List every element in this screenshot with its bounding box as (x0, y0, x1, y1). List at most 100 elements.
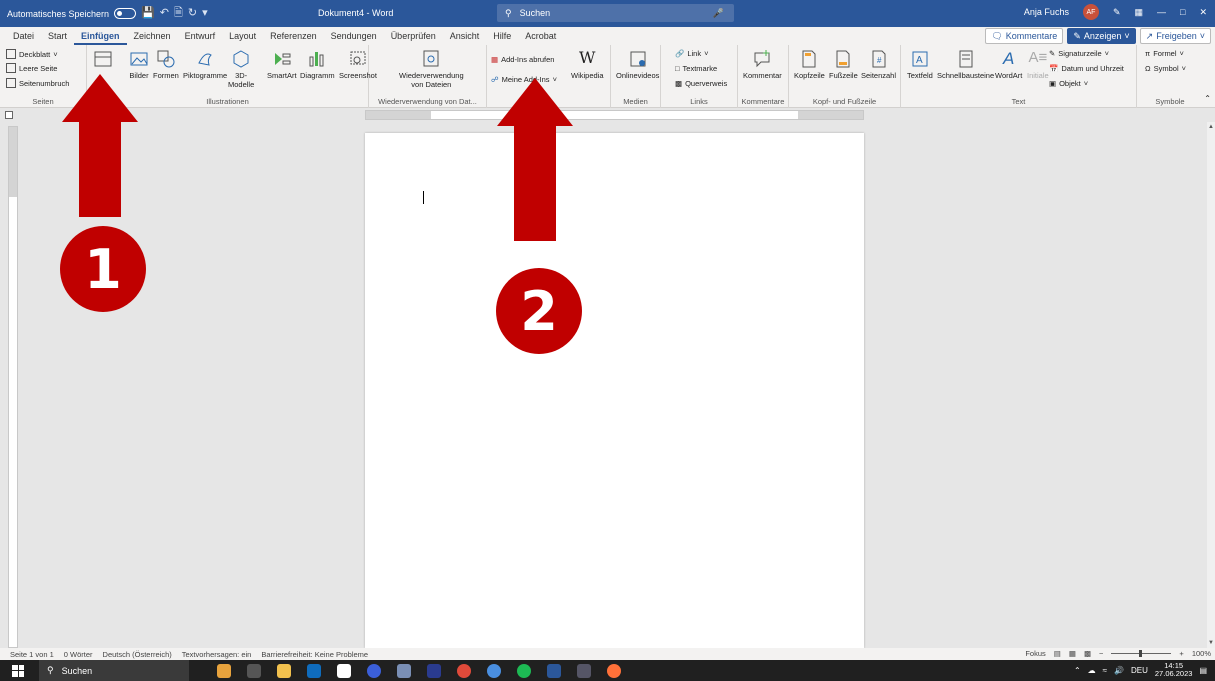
minimize-icon[interactable]: — (1157, 7, 1166, 17)
save-icon[interactable]: 💾 (141, 8, 155, 19)
tab-einfuegen[interactable]: Einfügen (74, 27, 127, 45)
search-box[interactable]: ⚲ Suchen 🎤 (497, 4, 734, 22)
wiederverwendung-button[interactable]: Wiederverwendung von Dateien (399, 49, 464, 89)
focus-button[interactable]: Fokus (1025, 649, 1045, 658)
word-icon[interactable] (547, 663, 561, 678)
tab-datei[interactable]: Datei (6, 27, 41, 45)
new-document-icon[interactable]: 🗎 (174, 8, 183, 19)
taskbar-search[interactable]: ⚲ Suchen (39, 660, 189, 681)
avatar[interactable]: AF (1082, 4, 1099, 20)
security-app-icon[interactable] (367, 663, 381, 678)
print-layout-icon[interactable]: ▦ (1069, 649, 1076, 658)
word-count[interactable]: 0 Wörter (64, 650, 93, 659)
scroll-up-icon[interactable]: ▲ (1208, 124, 1214, 130)
file-explorer-icon[interactable] (277, 663, 291, 678)
pen-icon[interactable]: ✎ (1113, 7, 1121, 18)
close-icon[interactable]: ✕ (1199, 7, 1207, 18)
scroll-down-icon[interactable]: ▼ (1208, 640, 1214, 646)
page-count[interactable]: Seite 1 von 1 (10, 650, 54, 659)
windows-start-icon[interactable] (12, 664, 24, 677)
predictions-status[interactable]: Textvorhersagen: ein (182, 650, 252, 659)
objekt-button[interactable]: ▣ Objekt ˅ (1049, 79, 1088, 88)
seitenzahl-button[interactable]: # Seitenzahl (861, 49, 896, 81)
clock[interactable]: 14:15 27.06.2023 (1155, 661, 1193, 679)
vpn-icon[interactable] (577, 663, 591, 678)
formen-button[interactable]: Formen (153, 49, 179, 81)
outlook-icon[interactable] (307, 663, 321, 678)
kopfzeile-button[interactable]: Kopfzeile (794, 49, 825, 81)
formel-button[interactable]: π Formel ˅ (1145, 49, 1184, 58)
zoom-out-icon[interactable]: − (1099, 649, 1103, 658)
zoom-level[interactable]: 100% (1192, 649, 1211, 658)
user-name[interactable]: Anja Fuchs (1024, 7, 1069, 17)
tab-layout[interactable]: Layout (222, 27, 263, 45)
initiale-button[interactable]: A≡ Initiale (1027, 49, 1049, 81)
web-layout-icon[interactable]: ▩ (1084, 649, 1091, 658)
kommentar-button[interactable]: Kommentar (743, 49, 782, 81)
tab-entwurf[interactable]: Entwurf (178, 27, 223, 45)
document-page[interactable] (365, 133, 864, 648)
signaturzeile-button[interactable]: ✎ Signaturzeile ˅ (1049, 49, 1109, 58)
tab-ansicht[interactable]: Ansicht (443, 27, 487, 45)
zoom-slider[interactable] (1111, 650, 1172, 657)
datum-button[interactable]: 📅 Datum und Uhrzeit (1049, 64, 1124, 73)
smartart-button[interactable]: SmartArt (267, 49, 297, 81)
tab-acrobat[interactable]: Acrobat (518, 27, 563, 45)
autosave-toggle[interactable] (114, 8, 137, 19)
notification-icon[interactable]: ▤ (1199, 666, 1207, 675)
addins-abrufen-button[interactable]: ▦ Add-Ins abrufen (491, 55, 554, 64)
briefcase-app-icon[interactable] (217, 663, 231, 678)
wikipedia-button[interactable]: W Wikipedia (571, 48, 604, 81)
tab-hilfe[interactable]: Hilfe (486, 27, 518, 45)
tab-referenzen[interactable]: Referenzen (263, 27, 324, 45)
chrome-icon[interactable] (457, 663, 471, 678)
textfeld-button[interactable]: A Textfeld (907, 49, 933, 81)
customize-toolbar-icon[interactable]: ▾ (202, 8, 208, 19)
show-hidden-icons-icon[interactable]: ⌃ (1074, 666, 1081, 675)
tab-ueberpruefen[interactable]: Überprüfen (384, 27, 443, 45)
microphone-icon[interactable]: 🎤 (713, 8, 724, 19)
notion-icon[interactable] (337, 663, 351, 678)
tabelle-button[interactable] (93, 49, 113, 72)
input-language[interactable]: DEU (1131, 666, 1148, 675)
undo-icon[interactable]: ↶ (160, 8, 169, 19)
piktogramme-button[interactable]: Piktogramme (183, 49, 227, 81)
app-icon[interactable] (397, 663, 411, 678)
onlinevideos-button[interactable]: Onlinevideos (616, 49, 659, 81)
restore-icon[interactable]: □ (1180, 7, 1185, 17)
ribbon-display-icon[interactable]: ▦ (1135, 7, 1144, 18)
language-status[interactable]: Deutsch (Österreich) (103, 650, 172, 659)
tab-selector[interactable] (5, 111, 13, 119)
redo-icon[interactable]: ↻ (188, 8, 197, 19)
onedrive-icon[interactable]: ☁ (1088, 666, 1096, 675)
tab-zeichnen[interactable]: Zeichnen (127, 27, 178, 45)
tab-start[interactable]: Start (41, 27, 74, 45)
task-view-icon[interactable] (247, 663, 261, 678)
symbol-button[interactable]: Ω Symbol ˅ (1145, 64, 1186, 73)
spotify-icon[interactable] (517, 663, 531, 678)
diagramm-button[interactable]: Diagramm (300, 49, 335, 81)
read-mode-icon[interactable]: ▤ (1054, 649, 1061, 658)
querverweis-button[interactable]: ▩ Querverweis (675, 79, 727, 88)
fusszeile-button[interactable]: Fußzeile (829, 49, 858, 81)
accessibility-status[interactable]: Barrierefreiheit: Keine Probleme (261, 650, 368, 659)
3d-modelle-button[interactable]: 3D- Modelle (228, 49, 254, 89)
leere-seite-button[interactable]: Leere Seite (6, 63, 57, 73)
schnellbausteine-button[interactable]: Schnellbausteine (937, 49, 994, 81)
slack-icon[interactable] (487, 663, 501, 678)
vertical-scrollbar[interactable]: ▲ ▼ (1207, 122, 1215, 648)
link-button[interactable]: 🔗 Link ˅ (675, 49, 709, 58)
textmarke-button[interactable]: □ Textmarke (675, 64, 717, 73)
seitenumbruch-button[interactable]: Seitenumbruch (6, 78, 69, 88)
share-button[interactable]: ↗ Freigeben ˅ (1139, 28, 1211, 44)
firefox-icon[interactable] (607, 663, 621, 678)
photoshop-icon[interactable] (427, 663, 441, 678)
wordart-button[interactable]: A WordArt (995, 49, 1022, 81)
collapse-ribbon-icon[interactable]: ⌃ (1204, 94, 1211, 103)
deckblatt-button[interactable]: Deckblatt ˅ (6, 49, 58, 59)
vertical-ruler[interactable] (8, 126, 18, 648)
zoom-thumb[interactable] (1139, 650, 1143, 657)
view-mode-button[interactable]: ✎ Anzeigen ˅ (1067, 28, 1136, 44)
comments-button[interactable]: 🗨 Kommentare (985, 28, 1064, 44)
volume-icon[interactable]: 🔊 (1114, 666, 1124, 675)
